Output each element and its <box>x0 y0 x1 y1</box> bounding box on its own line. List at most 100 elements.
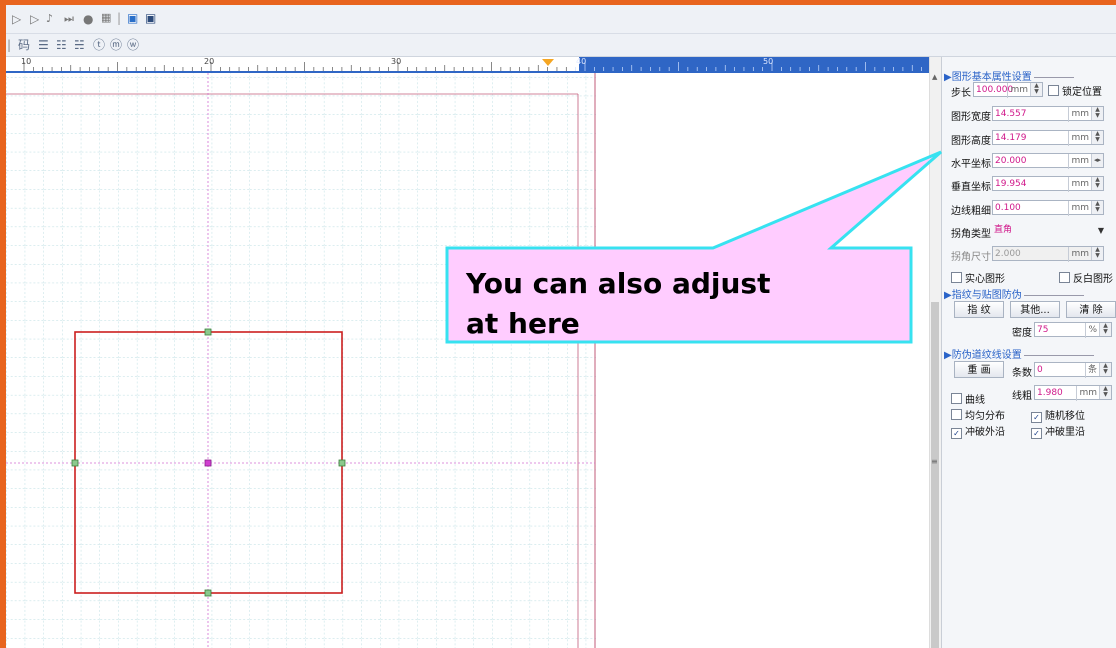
checkmark-icon: ✓ <box>1031 428 1042 439</box>
play-outline-icon[interactable]: ▷ <box>12 11 21 27</box>
lock-position-label: 锁定位置 <box>1062 87 1102 98</box>
height-spinner-icon[interactable]: ▲ ▼ <box>1091 131 1103 144</box>
step-spinner-icon[interactable]: ▲ ▼ <box>1030 83 1042 96</box>
hcoord-spinner-icon[interactable]: ◂▸ <box>1091 154 1103 167</box>
ruler-label: 10 <box>21 57 32 66</box>
section-fingerprint[interactable]: ▶指纹与贴图防伪 <box>944 286 1084 301</box>
curve-checkbox[interactable]: 曲线 <box>951 391 985 406</box>
redraw-button[interactable]: 重 画 <box>954 361 1004 378</box>
vcoord-input[interactable]: 19.954 mm ▲ ▼ <box>992 176 1104 192</box>
border-spinner-icon[interactable]: ▲ ▼ <box>1091 201 1103 214</box>
break-outer-label: 冲破外沿 <box>965 427 1005 438</box>
density-spinner-icon[interactable]: ▲ ▼ <box>1099 323 1111 336</box>
width-unit: mm <box>1068 107 1089 122</box>
count-value: 0 <box>1037 365 1043 375</box>
lock-position-checkbox[interactable]: 锁定位置 <box>1048 83 1102 98</box>
random-shift-checkbox[interactable]: ✓ 随机移位 <box>1031 407 1085 423</box>
solid-shape-label: 实心图形 <box>965 274 1005 285</box>
barcode-icon[interactable]: 码 <box>18 37 30 53</box>
density-value: 75 <box>1037 325 1049 335</box>
hcoord-label: 水平坐标 <box>951 159 991 170</box>
invert-shape-label: 反白图形 <box>1073 274 1113 285</box>
width-value: 14.557 <box>995 109 1027 119</box>
corner-type-label: 拐角类型 <box>951 229 991 240</box>
grid-icon[interactable]: ▦ <box>101 10 111 26</box>
corner-size-value: 2.000 <box>995 249 1021 259</box>
vcoord-unit: mm <box>1068 177 1089 192</box>
vcoord-value: 19.954 <box>995 179 1027 189</box>
step-unit: mm <box>1007 83 1028 98</box>
break-inner-label: 冲破里沿 <box>1045 427 1085 438</box>
count-unit: 条 <box>1084 363 1097 378</box>
play-icon[interactable]: ▷ <box>30 11 39 27</box>
step-input[interactable]: 100.000 mm ▲ ▼ <box>973 82 1043 98</box>
step-label: 步长 <box>951 88 971 99</box>
border-input[interactable]: 0.100 mm ▲ ▼ <box>992 200 1104 216</box>
border-label: 边线粗细 <box>951 206 991 217</box>
break-inner-checkbox[interactable]: ✓ 冲破里沿 <box>1031 423 1085 439</box>
other-button[interactable]: 其他... <box>1010 301 1060 318</box>
circle-t-icon[interactable]: ⓣ <box>93 37 105 53</box>
width-input[interactable]: 14.557 mm ▲ ▼ <box>992 106 1104 122</box>
image-dark-icon[interactable]: ▣ <box>145 10 156 26</box>
thickness-input[interactable]: 1.980 mm ▲ ▼ <box>1034 385 1112 401</box>
checkmark-icon: ✓ <box>1031 412 1042 423</box>
width-spinner-icon[interactable]: ▲ ▼ <box>1091 107 1103 120</box>
center-handle[interactable] <box>204 459 212 467</box>
break-outer-checkbox[interactable]: ✓ 冲破外沿 <box>951 423 1005 439</box>
corner-size-input[interactable]: 2.000 mm ▲ ▼ <box>992 246 1104 262</box>
height-value: 14.179 <box>995 133 1027 143</box>
scroll-grip-icon: ≡ <box>931 457 938 466</box>
ruler-label: 40 <box>576 57 587 66</box>
chevron-down-icon[interactable]: ▼ <box>1098 223 1104 238</box>
ruler-label: 20 <box>204 57 215 66</box>
corner-size-label: 拐角尺寸 <box>951 252 991 263</box>
count-spinner-icon[interactable]: ▲ ▼ <box>1099 363 1111 376</box>
hcoord-input[interactable]: 20.000 mm ◂▸ <box>992 153 1104 169</box>
clear-button[interactable]: 清 除 <box>1066 301 1116 318</box>
checkmark-icon: ✓ <box>951 428 962 439</box>
checkbox-box <box>951 272 962 283</box>
callout-line-1: You can also adjust <box>466 267 771 300</box>
density-input[interactable]: 75 % ▲ ▼ <box>1034 322 1112 338</box>
thickness-spinner-icon[interactable]: ▲ ▼ <box>1099 386 1111 399</box>
vcoord-spinner-icon[interactable]: ▲ ▼ <box>1091 177 1103 190</box>
bell-icon[interactable]: ♪ <box>46 11 53 27</box>
density-unit: % <box>1085 323 1097 338</box>
ruler-label: 50 <box>763 57 774 66</box>
ruler-marker-icon[interactable] <box>542 59 554 66</box>
toolbar-primary: ▷ ▷ ♪ ⏭ ● ▦ | ▣ ▣ <box>6 5 1116 34</box>
section-guilloche[interactable]: ▶防伪道纹线设置 <box>944 346 1094 361</box>
section-basic-properties[interactable]: ▶图形基本属性设置 <box>944 68 1074 83</box>
design-canvas[interactable] <box>6 73 929 648</box>
resize-handle-bottom[interactable] <box>204 589 212 597</box>
step-end-icon[interactable]: ⏭ <box>64 11 74 27</box>
invert-shape-checkbox[interactable]: 反白图形 <box>1059 270 1113 285</box>
text-align-icon[interactable]: ☷ <box>56 37 67 53</box>
corner-type-select[interactable]: 直角 ▼ <box>992 223 1104 238</box>
resize-handle-right[interactable] <box>338 459 346 467</box>
resize-handle-left[interactable] <box>71 459 79 467</box>
page-grid <box>6 73 596 648</box>
image-icon[interactable]: ▣ <box>127 10 138 26</box>
ruler-label: 30 <box>391 57 402 66</box>
scrollbar-thumb[interactable] <box>931 302 939 648</box>
circle-w-icon[interactable]: ⓦ <box>127 37 139 53</box>
fingerprint-button[interactable]: 指 纹 <box>954 301 1004 318</box>
canvas-vertical-scrollbar[interactable]: ▲ ≡ <box>929 57 941 648</box>
text-wrap-icon[interactable]: ☵ <box>74 37 85 53</box>
circle-m-icon[interactable]: ⓜ <box>110 37 122 53</box>
height-input[interactable]: 14.179 mm ▲ ▼ <box>992 130 1104 146</box>
horizontal-ruler[interactable]: 10 20 30 40 50 <box>6 57 929 73</box>
count-input[interactable]: 0 条 ▲ ▼ <box>1034 362 1112 378</box>
thickness-value: 1.980 <box>1037 388 1063 398</box>
property-panel: ▶图形基本属性设置 步长 100.000 mm ▲ ▼ 锁定位置 图形宽度 14.… <box>941 57 1116 648</box>
even-distribution-checkbox[interactable]: 均匀分布 <box>951 407 1005 422</box>
resize-handle-top[interactable] <box>204 328 212 336</box>
corner-size-spinner-icon[interactable]: ▲ ▼ <box>1091 247 1103 260</box>
scroll-up-icon[interactable]: ▲ <box>932 73 937 81</box>
solid-shape-checkbox[interactable]: 实心图形 <box>951 270 1005 285</box>
record-icon[interactable]: ● <box>83 11 93 27</box>
text-icon[interactable]: ☰ <box>38 37 49 53</box>
checkbox-box <box>951 393 962 404</box>
